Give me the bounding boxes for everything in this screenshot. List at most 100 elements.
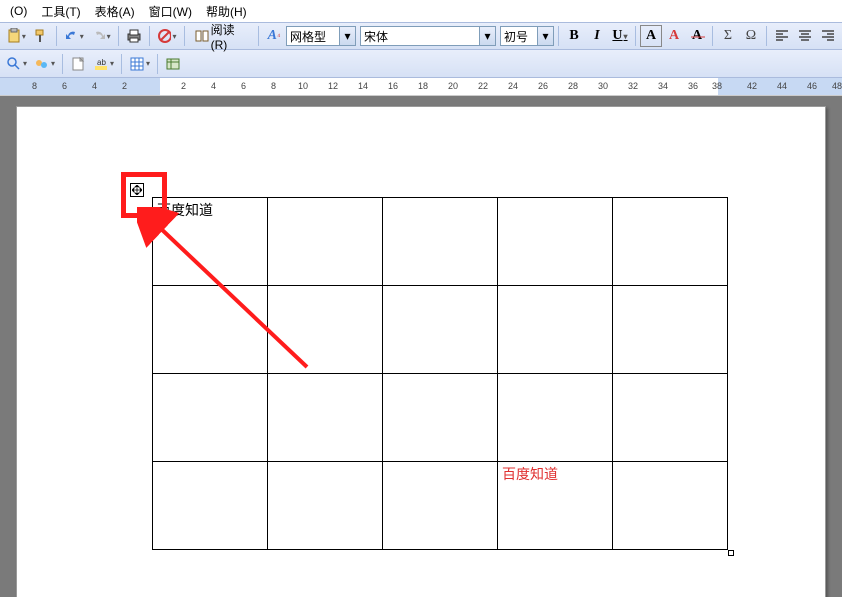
ruler-num: 10 — [298, 81, 308, 91]
redo-button[interactable]: ▾ — [88, 25, 114, 47]
ruler-num: 42 — [747, 81, 757, 91]
italic-button[interactable]: I — [586, 25, 608, 47]
font-combo-arrow[interactable]: ▾ — [479, 27, 495, 45]
table-cell[interactable] — [268, 286, 383, 374]
highlight-text-button[interactable]: ab ▾ — [90, 53, 117, 75]
toolbar-main: ▾ ▾ ▾ ▾ 阅读(R) A⁴ ▾ ▾ ▾ B I U▾ A — [0, 22, 842, 50]
table-row: 百度知道 — [153, 462, 728, 550]
ruler-num: 16 — [388, 81, 398, 91]
ruler-num: 6 — [62, 81, 67, 91]
separator — [157, 54, 158, 74]
table-cell[interactable] — [383, 374, 498, 462]
table-cell[interactable] — [383, 286, 498, 374]
font-input[interactable] — [361, 27, 479, 45]
separator — [258, 26, 259, 46]
document-table[interactable]: 百度知道 — [152, 197, 728, 550]
table-cell[interactable] — [153, 462, 268, 550]
align-left-button[interactable] — [771, 25, 793, 47]
table-cell[interactable] — [153, 374, 268, 462]
ruler-num: 20 — [448, 81, 458, 91]
separator — [712, 26, 713, 46]
ruler-num: 12 — [328, 81, 338, 91]
table-cell[interactable] — [268, 198, 383, 286]
paste-button[interactable]: ▾ — [3, 25, 29, 47]
table-cell[interactable] — [498, 198, 613, 286]
format-painter-button[interactable] — [30, 25, 52, 47]
menu-window[interactable]: 窗口(W) — [143, 1, 198, 22]
translate-button[interactable]: ▾ — [31, 53, 58, 75]
ruler-num: 34 — [658, 81, 668, 91]
table-cell[interactable] — [383, 462, 498, 550]
ruler-num: 46 — [807, 81, 817, 91]
font-combo[interactable]: ▾ — [360, 26, 496, 46]
ruler-num: 26 — [538, 81, 548, 91]
menu-help[interactable]: 帮助(H) — [200, 1, 253, 22]
table-cell[interactable] — [613, 286, 728, 374]
permissions-button[interactable]: ▾ — [154, 25, 180, 47]
separator — [149, 26, 150, 46]
bold-button[interactable]: B — [563, 25, 585, 47]
ruler-num: 2 — [122, 81, 127, 91]
highlight-button[interactable]: A — [640, 25, 662, 47]
insert-table-button[interactable]: ▾ — [126, 53, 153, 75]
separator — [62, 54, 63, 74]
style-combo[interactable]: ▾ — [286, 26, 356, 46]
table-cell[interactable] — [613, 198, 728, 286]
table-cell[interactable] — [268, 462, 383, 550]
style-input[interactable] — [287, 27, 339, 45]
align-center-button[interactable] — [794, 25, 816, 47]
table-cell[interactable] — [613, 462, 728, 550]
table-cell[interactable]: 百度知道 — [153, 198, 268, 286]
ruler-num: 8 — [271, 81, 276, 91]
style-icon[interactable]: A⁴ — [263, 25, 285, 47]
table-resize-handle[interactable] — [728, 550, 734, 556]
menu-format[interactable]: (O) — [4, 2, 33, 20]
char-shading-button[interactable]: A — [663, 25, 685, 47]
ruler-num: 24 — [508, 81, 518, 91]
table-cell[interactable]: 百度知道 — [498, 462, 613, 550]
ruler-num: 30 — [598, 81, 608, 91]
print-button[interactable] — [123, 25, 145, 47]
table-cell[interactable] — [498, 286, 613, 374]
menu-tools[interactable]: 工具(T) — [35, 1, 86, 22]
table-row: 百度知道 — [153, 198, 728, 286]
table-row — [153, 374, 728, 462]
insert-worksheet-button[interactable] — [162, 53, 184, 75]
style-combo-arrow[interactable]: ▾ — [339, 27, 355, 45]
size-combo[interactable]: ▾ — [500, 26, 554, 46]
read-mode-button[interactable]: 阅读(R) — [189, 25, 255, 47]
separator — [635, 26, 636, 46]
document-page[interactable]: 百度知道 — [16, 106, 826, 597]
read-mode-label: 阅读(R) — [211, 21, 249, 52]
ruler-num: 44 — [777, 81, 787, 91]
size-combo-arrow[interactable]: ▾ — [537, 27, 553, 45]
separator — [184, 26, 185, 46]
ruler-num: 4 — [211, 81, 216, 91]
size-input[interactable] — [501, 27, 537, 45]
ruler-num: 6 — [241, 81, 246, 91]
ruler-num: 8 — [32, 81, 37, 91]
undo-button[interactable]: ▾ — [61, 25, 87, 47]
horizontal-ruler[interactable]: 8 6 4 2 2 4 6 8 10 12 14 16 18 20 22 24 … — [0, 78, 842, 96]
separator — [121, 54, 122, 74]
ruler-num: 14 — [358, 81, 368, 91]
strike-button[interactable]: A — [686, 25, 708, 47]
underline-button[interactable]: U▾ — [609, 25, 631, 47]
menu-table[interactable]: 表格(A) — [89, 1, 141, 22]
document-workspace: 百度知道 — [0, 96, 842, 597]
research-button[interactable]: ▾ — [3, 53, 30, 75]
table-row — [153, 286, 728, 374]
table-cell[interactable] — [383, 198, 498, 286]
equation-editor-button[interactable]: Σ — [717, 25, 739, 47]
align-right-button[interactable] — [817, 25, 839, 47]
annotation-highlight-box — [121, 172, 167, 218]
menu-bar: (O) 工具(T) 表格(A) 窗口(W) 帮助(H) — [0, 0, 842, 22]
new-doc-button[interactable] — [67, 53, 89, 75]
table-cell[interactable] — [498, 374, 613, 462]
table-cell[interactable] — [613, 374, 728, 462]
symbol-button[interactable]: Ω — [740, 25, 762, 47]
table-cell[interactable] — [153, 286, 268, 374]
ruler-num: 18 — [418, 81, 428, 91]
table-cell[interactable] — [268, 374, 383, 462]
ruler-num: 2 — [181, 81, 186, 91]
